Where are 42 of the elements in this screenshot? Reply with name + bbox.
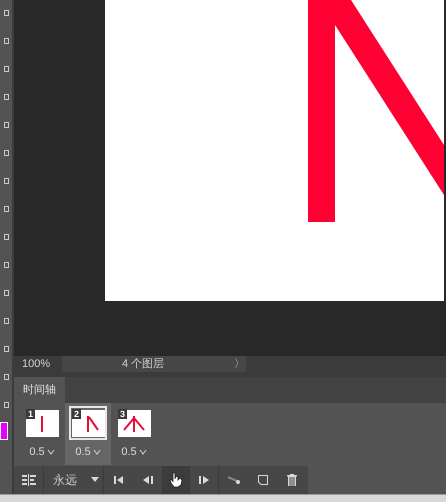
tool-icon[interactable] [4,94,8,100]
frame-number: 3 [118,409,128,420]
tween-icon [228,476,240,484]
frame-number: 1 [26,409,36,420]
frame-delay[interactable]: 0.5 [75,444,91,461]
panel-tab[interactable]: 时间轴 [14,377,65,404]
document-info: 4 个图层 [122,356,166,372]
tool-icon[interactable] [4,178,8,184]
first-frame-icon [114,476,124,484]
frame-delay[interactable]: 0.5 [29,444,45,461]
tool-icon[interactable] [4,234,8,240]
tool-icon[interactable] [4,38,8,44]
tool-icon[interactable] [4,150,8,156]
chevron-down-icon[interactable] [92,449,101,456]
tool-icon[interactable] [4,374,8,380]
tool-icon[interactable] [4,66,8,72]
tool-icon[interactable] [4,346,8,352]
tool-icon[interactable] [4,206,8,212]
tool-icon[interactable] [4,402,8,408]
tool-icon[interactable] [4,290,8,296]
next-frame-icon [199,476,209,484]
tool-icon[interactable] [4,262,8,268]
tool-icon[interactable] [4,122,8,128]
frame-thumbnail[interactable]: 1 [23,406,61,440]
frame-number: 2 [72,409,82,420]
chevron-down-icon[interactable] [138,449,147,456]
duplicate-frame-icon [258,474,268,485]
timeline-convert-icon [22,474,36,486]
chevron-down-icon[interactable] [46,449,55,456]
hand-cursor-icon [169,472,183,488]
delete-frame-icon [286,474,296,486]
frame-delay[interactable]: 0.5 [121,444,137,461]
zoom-level: 100% [21,356,52,372]
hand-cursor-button[interactable] [162,466,190,494]
frame-thumbnail[interactable]: 3 [115,406,153,440]
foreground-color-swatch[interactable] [0,422,8,440]
frame-thumbnail[interactable]: 2 [69,406,107,440]
previous-frame-icon [142,476,152,484]
tool-icon[interactable] [4,10,8,16]
info-menu-arrow[interactable]: 〉 [234,356,245,372]
caret-icon [91,477,99,482]
tool-icon[interactable] [4,318,8,324]
